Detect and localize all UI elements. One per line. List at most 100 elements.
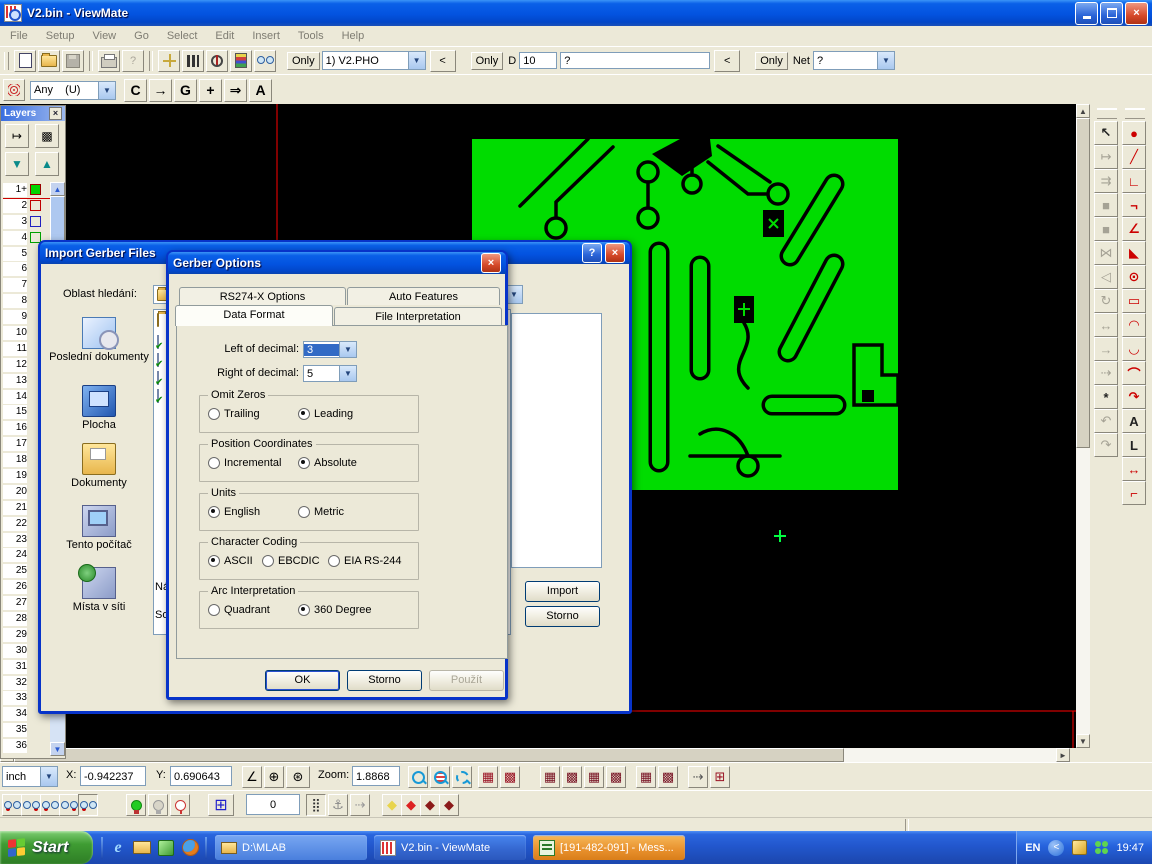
ok-button[interactable]: OK <box>265 670 340 691</box>
red-diamond-button[interactable]: ◆ <box>401 794 421 816</box>
task-mlab-folder[interactable]: D:\MLAB <box>215 835 367 860</box>
net-combobox[interactable]: ? ▼ <box>813 51 895 70</box>
gerber-dialog-titlebar[interactable]: Gerber Options × <box>168 252 506 274</box>
highlight-aperture-button[interactable] <box>158 50 180 72</box>
apply-button[interactable]: Použít <box>429 670 504 691</box>
scroll-down-icon[interactable]: ▼ <box>1076 734 1090 748</box>
chevron-down-icon[interactable]: ▼ <box>339 342 356 357</box>
step-repeat-button[interactable]: ⇢ <box>1094 361 1118 385</box>
unit-combobox[interactable]: inch ▼ <box>2 766 58 787</box>
minimize-button[interactable] <box>1075 2 1098 25</box>
tab-rs274x-options[interactable]: RS274-X Options <box>179 287 346 305</box>
selected-files-listbox[interactable] <box>511 313 602 568</box>
restore-button[interactable] <box>1100 2 1123 25</box>
draw-triangle-button[interactable]: ◣ <box>1122 241 1146 265</box>
selection-filter-button[interactable] <box>3 79 25 101</box>
layer-row[interactable]: 35 <box>3 722 50 738</box>
draw-circle-button[interactable]: ⊙ <box>1122 265 1146 289</box>
print-button[interactable] <box>98 50 120 72</box>
chevron-down-icon[interactable]: ▼ <box>339 366 356 381</box>
goto-arrow-button[interactable]: → <box>149 79 172 102</box>
layer-down-button[interactable]: ▼ <box>5 152 29 176</box>
right-of-decimal-combobox[interactable]: 5 ▼ <box>303 365 357 382</box>
filled-diamond-button[interactable]: ◆ <box>439 794 459 816</box>
scroll-right-icon[interactable]: ► <box>1056 748 1070 762</box>
scale-button[interactable]: ↔ <box>1094 313 1118 337</box>
highlight-on-button[interactable] <box>126 794 146 816</box>
only-layer-button[interactable]: Only <box>287 52 320 70</box>
anchor-button[interactable]: ⚓ <box>328 794 348 816</box>
layer-row[interactable]: 1+ <box>3 182 50 198</box>
chevron-down-icon[interactable]: ▼ <box>408 52 425 69</box>
undo-button[interactable]: ↶ <box>1094 409 1118 433</box>
previous-dcode-button[interactable]: < <box>714 50 740 72</box>
close-icon[interactable]: × <box>481 253 501 273</box>
only-dcode-button[interactable]: Only <box>471 52 504 70</box>
task-messenger[interactable]: [191-482-091] - Mess... <box>533 835 685 860</box>
only-net-button[interactable]: Only <box>755 52 788 70</box>
import-button[interactable]: Import <box>525 581 600 602</box>
menu-view[interactable]: View <box>92 30 116 42</box>
left-of-decimal-combobox[interactable]: 3 ▼ <box>303 341 357 358</box>
place-desktop[interactable]: Plocha <box>49 385 149 431</box>
draw-angle-button[interactable]: ∠ <box>1122 217 1146 241</box>
language-indicator[interactable]: EN <box>1025 842 1040 854</box>
palette-grip[interactable] <box>1097 108 1117 119</box>
settings-gear-button[interactable]: * <box>1094 385 1118 409</box>
text-button[interactable]: A <box>249 79 272 102</box>
overlay-mode-button[interactable]: ⊞ <box>710 766 730 788</box>
radio-ascii[interactable]: ASCII <box>208 555 253 567</box>
origin-target-button[interactable]: ⊕ <box>264 766 284 788</box>
scroll-down-icon[interactable]: ▼ <box>50 742 65 756</box>
dimension-button[interactable]: ↔ <box>1122 457 1146 481</box>
chevron-down-icon[interactable]: ▼ <box>98 82 115 99</box>
menu-edit[interactable]: Edit <box>215 30 234 42</box>
tab-data-format[interactable]: Data Format <box>175 305 333 326</box>
previous-layer-button[interactable]: < <box>430 50 456 72</box>
draw-polyline-button[interactable]: ∟ <box>1122 169 1146 193</box>
firefox-icon[interactable] <box>181 839 199 857</box>
flip-button[interactable]: ◁ <box>1094 265 1118 289</box>
start-button[interactable]: Start <box>0 831 93 864</box>
tab-auto-features[interactable]: Auto Features <box>347 287 500 305</box>
close-icon[interactable]: × <box>49 107 62 120</box>
layer-color-swatch[interactable] <box>30 200 41 211</box>
radio-360-degree[interactable]: 360 Degree <box>298 604 372 616</box>
zoom-window-button[interactable] <box>452 766 472 788</box>
highlight-off-button[interactable] <box>148 794 168 816</box>
layer-table-button[interactable]: ▩ <box>35 124 59 148</box>
draw-rectangle-button[interactable]: ▭ <box>1122 289 1146 313</box>
draw-arc-button[interactable]: ⌒ <box>1122 361 1146 385</box>
menu-setup[interactable]: Setup <box>46 30 75 42</box>
chevron-down-icon[interactable]: ▼ <box>877 52 894 69</box>
menu-file[interactable]: File <box>10 30 28 42</box>
redo-button[interactable]: ↷ <box>1094 433 1118 457</box>
radio-leading[interactable]: Leading <box>298 408 353 420</box>
radio-ebcdic[interactable]: EBCDIC <box>262 555 320 567</box>
draw-line-button[interactable]: ╱ <box>1122 145 1146 169</box>
layers-panel-titlebar[interactable]: Layers × <box>1 106 65 121</box>
zoom-value[interactable]: 1.8868 <box>352 766 400 786</box>
menu-go[interactable]: Go <box>134 30 149 42</box>
grid-dots-button[interactable]: ⣿ <box>306 794 326 816</box>
outline-view-button[interactable]: ▩ <box>606 766 626 788</box>
layers-scroll-thumb[interactable] <box>50 196 65 242</box>
green-app-icon[interactable] <box>157 839 175 857</box>
view-all-button[interactable] <box>2 794 22 816</box>
dark-diamond-button[interactable]: ◆ <box>420 794 440 816</box>
layer-up-button[interactable]: ▲ <box>35 152 59 176</box>
angle-mode-button[interactable]: ∠ <box>242 766 262 788</box>
place-documents[interactable]: Dokumenty <box>49 443 149 489</box>
radio-quadrant[interactable]: Quadrant <box>208 604 270 616</box>
layer-color-swatch[interactable] <box>30 216 41 227</box>
draw-arc-down-button[interactable]: ◡ <box>1122 337 1146 361</box>
new-file-button[interactable] <box>14 50 36 72</box>
select-cursor-button[interactable]: ↖ <box>1094 121 1118 145</box>
tools-button[interactable] <box>182 50 204 72</box>
layer-color-swatch[interactable] <box>30 725 41 736</box>
save-button[interactable] <box>62 50 84 72</box>
internet-explorer-icon[interactable]: e <box>109 839 127 857</box>
trace-view-button[interactable]: ▩ <box>562 766 582 788</box>
place-recent[interactable]: Poslední dokumenty <box>49 317 149 363</box>
layer-row[interactable]: 2 <box>3 198 50 214</box>
